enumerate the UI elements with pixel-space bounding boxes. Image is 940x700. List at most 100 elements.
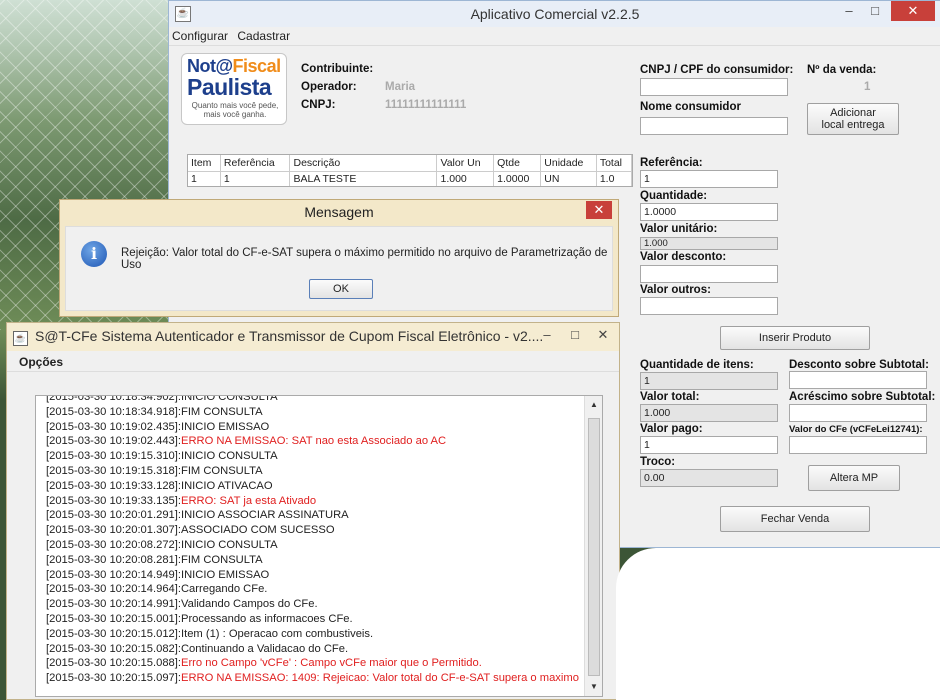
- nome-consumidor-label: Nome consumidor: [640, 101, 741, 113]
- log-line: [2015-03-30 10:20:08.272]:INICIO CONSULT…: [46, 538, 278, 551]
- cnpj-value: 11111111111111: [385, 99, 467, 111]
- col-total[interactable]: Total: [596, 155, 633, 172]
- close-icon[interactable]: ✕: [891, 1, 935, 21]
- troco-label: Troco:: [640, 456, 676, 468]
- log-line: [2015-03-30 10:20:15.012]:Item (1) : Ope…: [46, 627, 374, 640]
- qtd-itens-input[interactable]: 1: [640, 372, 778, 390]
- sat-window: ☕ S@T-CFe Sistema Autenticador e Transmi…: [6, 322, 620, 700]
- desconto-subtotal-input[interactable]: [789, 371, 927, 389]
- acrescimo-subtotal-label: Acréscimo sobre Subtotal:: [789, 391, 936, 403]
- log-line: [2015-03-30 10:20:14.964]:Carregando CFe…: [46, 583, 268, 596]
- num-venda-label: Nº da venda:: [807, 64, 877, 76]
- col-qtde[interactable]: Qtde: [493, 155, 542, 172]
- log-line: [2015-03-30 10:20:14.949]:INICIO EMISSAO: [46, 568, 270, 581]
- maximize-icon[interactable]: □: [861, 1, 889, 21]
- logo-line2: Paulista: [187, 74, 272, 100]
- log-lines: [2015-03-30 10:18:34.902]:INICIO CONSULT…: [46, 395, 582, 686]
- logo-tagline: Quanto mais você pede, mais você ganha.: [191, 101, 279, 119]
- log-line: [2015-03-30 10:19:15.310]:INICIO CONSULT…: [46, 450, 278, 463]
- col-descricao[interactable]: Descrição: [289, 155, 438, 172]
- quantidade-label: Quantidade:: [640, 190, 708, 202]
- message-dialog: Mensagem ✕ i Rejeição: Valor total do CF…: [59, 199, 619, 317]
- scroll-thumb[interactable]: [588, 418, 600, 676]
- valor-cfe-input[interactable]: [789, 436, 927, 454]
- log-line: [2015-03-30 10:20:15.001]:Processando as…: [46, 612, 353, 625]
- sat-menubar: Opções: [7, 351, 619, 372]
- contribuinte-label: Contribuinte:: [301, 63, 374, 75]
- log-line: [2015-03-30 10:20:01.307]:ASSOCIADO COM …: [46, 524, 335, 537]
- valor-outros-input[interactable]: [640, 297, 778, 315]
- scroll-up-icon[interactable]: ▲: [588, 398, 600, 412]
- log-line: [2015-03-30 10:18:34.902]:INICIO CONSULT…: [46, 395, 278, 403]
- menu-cadastrar[interactable]: Cadastrar: [234, 27, 293, 45]
- menu-configurar[interactable]: Configurar: [169, 27, 231, 45]
- main-titlebar[interactable]: ☕ Aplicativo Comercial v2.2.5 – □ ✕: [169, 1, 940, 28]
- sat-log-textarea[interactable]: [2015-03-30 10:18:34.902]:INICIO CONSULT…: [35, 395, 603, 697]
- log-line: [2015-03-30 10:20:15.088]:Erro no Campo …: [46, 657, 482, 670]
- col-item[interactable]: Item: [188, 155, 221, 172]
- log-error-text: ERRO: SAT ja esta Ativado: [180, 494, 317, 507]
- log-line: [2015-03-30 10:19:33.135]:ERRO: SAT ja e…: [46, 494, 317, 507]
- quantidade-input[interactable]: 1.0000: [640, 203, 778, 221]
- col-unidade[interactable]: Unidade: [540, 155, 597, 172]
- valor-outros-label: Valor outros:: [640, 284, 711, 296]
- log-error-text: ERRO NA EMISSAO: SAT nao esta Associado …: [180, 435, 447, 448]
- fechar-venda-button[interactable]: Fechar Venda: [720, 506, 870, 532]
- dialog-close-icon[interactable]: ✕: [586, 201, 612, 219]
- table-row[interactable]: 1 1 BALA TESTE 1.000 1.0000 UN 1.0: [188, 171, 633, 186]
- valor-total-label: Valor total:: [640, 391, 700, 403]
- valor-total-input[interactable]: 1.000: [640, 404, 778, 422]
- cnpj-cpf-consumidor-input[interactable]: [640, 78, 788, 96]
- inserir-produto-button[interactable]: Inserir Produto: [720, 326, 870, 350]
- log-line: [2015-03-30 10:19:15.318]:FIM CONSULTA: [46, 464, 263, 477]
- log-line: [2015-03-30 10:20:08.281]:FIM CONSULTA: [46, 553, 263, 566]
- referencia-input[interactable]: 1: [640, 170, 778, 188]
- valor-unitario-label: Valor unitário:: [640, 223, 718, 235]
- log-line: [2015-03-30 10:19:02.435]:INICIO EMISSAO: [46, 420, 270, 433]
- ok-button[interactable]: OK: [309, 279, 373, 299]
- minimize-icon[interactable]: –: [835, 1, 863, 21]
- main-menubar: Configurar Cadastrar: [169, 27, 940, 46]
- acrescimo-subtotal-input[interactable]: [789, 404, 927, 422]
- log-line: [2015-03-30 10:19:02.443]:ERRO NA EMISSA…: [46, 435, 447, 448]
- java-app-icon: ☕: [13, 331, 28, 346]
- troco-input[interactable]: 0.00: [640, 469, 778, 487]
- altera-mp-button[interactable]: Altera MP: [808, 465, 900, 491]
- col-valor-un[interactable]: Valor Un: [436, 155, 495, 172]
- valor-pago-label: Valor pago:: [640, 423, 703, 435]
- scroll-down-icon[interactable]: ▼: [588, 680, 600, 694]
- valor-cfe-label: Valor do CFe (vCFeLei12741):: [789, 424, 923, 435]
- valor-desconto-label: Valor desconto:: [640, 251, 727, 263]
- info-icon: i: [81, 241, 107, 267]
- main-window-title: Aplicativo Comercial v2.2.5: [470, 6, 640, 22]
- sat-minimize-icon[interactable]: –: [533, 325, 561, 345]
- adicionar-local-entrega-button[interactable]: Adicionar local entrega: [807, 103, 899, 135]
- log-line: [2015-03-30 10:18:34.918]:FIM CONSULTA: [46, 405, 263, 418]
- blank-area: [616, 548, 940, 700]
- dialog-title: Mensagem: [304, 204, 374, 220]
- menu-opcoes[interactable]: Opções: [7, 351, 75, 373]
- dialog-body: i Rejeição: Valor total do CF-e-SAT supe…: [65, 226, 613, 311]
- num-venda-value: 1: [864, 81, 871, 93]
- qtd-itens-label: Quantidade de itens:: [640, 359, 754, 371]
- nome-consumidor-input[interactable]: [640, 117, 788, 135]
- cnpj-label: CNPJ:: [301, 99, 336, 111]
- table-header-row: Item Referência Descrição Valor Un Qtde …: [188, 155, 633, 172]
- log-line: [2015-03-30 10:20:15.082]:Continuando a …: [46, 642, 349, 655]
- nota-fiscal-paulista-logo: Not@Fiscal Paulista Quanto mais você ped…: [181, 53, 287, 125]
- sat-titlebar[interactable]: ☕ S@T-CFe Sistema Autenticador e Transmi…: [7, 323, 619, 351]
- sat-maximize-icon[interactable]: □: [561, 325, 589, 345]
- log-line: [2015-03-30 10:20:15.097]:ERRO NA EMISSA…: [46, 672, 579, 685]
- sat-window-title: S@T-CFe Sistema Autenticador e Transmiss…: [35, 328, 544, 344]
- valor-pago-input[interactable]: 1: [640, 436, 778, 454]
- log-line: [2015-03-30 10:20:14.991]:Validando Camp…: [46, 598, 318, 611]
- col-referencia[interactable]: Referência: [220, 155, 291, 172]
- log-error-text: ERRO NA EMISSAO: 1409: Rejeicao: Valor t…: [180, 672, 579, 685]
- log-error-text: Erro no Campo 'vCFe' : Campo vCFe maior …: [180, 657, 482, 670]
- sat-close-icon[interactable]: ✕: [589, 325, 617, 345]
- log-scrollbar[interactable]: ▲ ▼: [584, 396, 602, 696]
- valor-unitario-input[interactable]: 1.000: [640, 237, 778, 250]
- desconto-subtotal-label: Desconto sobre Subtotal:: [789, 359, 929, 371]
- dialog-message: Rejeição: Valor total do CF-e-SAT supera…: [121, 247, 608, 271]
- valor-desconto-input[interactable]: [640, 265, 778, 283]
